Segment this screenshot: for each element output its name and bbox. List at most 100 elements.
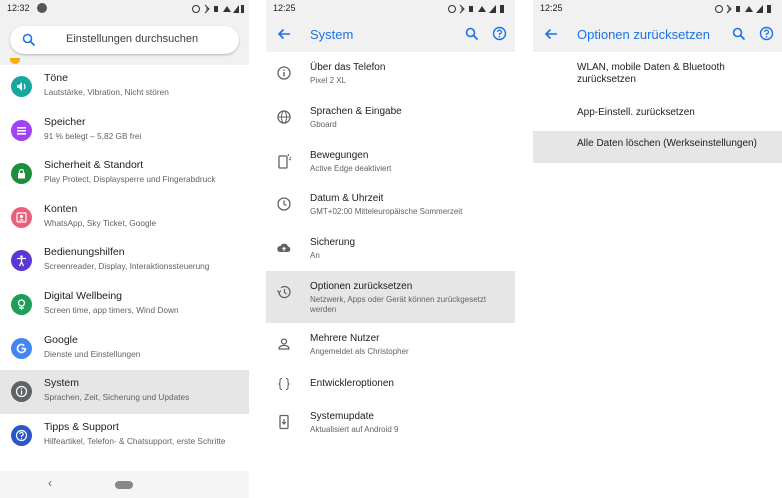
status-icons <box>715 3 777 14</box>
settings-item-bedienungshilfen[interactable]: Bedienungshilfen Screenreader, Display, … <box>0 239 249 283</box>
system-screen: 12:25 System Über das Telefon Pixel 2 XL… <box>266 0 515 498</box>
status-time: 12:25 <box>273 3 296 13</box>
settings-item-system[interactable]: System Sprachen, Zeit, Sicherung und Upd… <box>0 370 249 414</box>
cloud-upload-icon <box>276 240 292 256</box>
google-icon <box>11 337 32 359</box>
settings-item-subtitle: Sprachen, Zeit, Sicherung und Updates <box>44 392 190 403</box>
reset-options-list: WLAN, mobile Daten & Bluetooth zurückset… <box>533 52 782 163</box>
settings-item-subtitle: Play Protect, Displaysperre und Fingerab… <box>44 174 216 185</box>
settings-item-speicher[interactable]: Speicher 91 % belegt – 5,82 GB frei <box>0 109 249 153</box>
status-icons <box>448 3 510 14</box>
settings-item-konten[interactable]: Konten WhatsApp, Sky Ticket, Google <box>0 196 249 240</box>
system-item-title: Bewegungen <box>310 149 369 161</box>
settings-item-subtitle: WhatsApp, Sky Ticket, Google <box>44 217 157 228</box>
settings-item-title: Digital Wellbeing <box>44 289 123 302</box>
system-item-systemupdate[interactable]: Systemupdate Aktualisiert auf Android 9 <box>266 401 515 445</box>
wellbeing-icon <box>11 293 32 315</box>
nav-back-icon[interactable]: ‹ <box>48 476 52 490</box>
system-item-title: Systemupdate <box>310 410 374 422</box>
settings-item-toene[interactable]: Töne Lautstärke, Vibration, Nicht stören <box>0 65 249 109</box>
braces-icon <box>276 376 292 392</box>
system-item-sicherung[interactable]: Sicherung An <box>266 227 515 271</box>
system-item-title: Datum & Uhrzeit <box>310 193 384 205</box>
settings-item-title: Töne <box>44 72 68 84</box>
settings-item-sicherheit[interactable]: Sicherheit & Standort Play Protect, Disp… <box>0 152 249 196</box>
settings-item-subtitle: Dienste und Einstellungen <box>44 348 141 359</box>
help-icon[interactable] <box>759 26 774 46</box>
info-icon <box>11 381 32 403</box>
settings-item-title: Konten <box>44 202 78 215</box>
accessibility-icon <box>11 250 32 272</box>
clock-icon <box>276 196 292 212</box>
search-icon <box>22 33 36 52</box>
settings-item-google[interactable]: Google Dienste und Einstellungen <box>0 327 249 371</box>
lock-icon <box>11 163 32 185</box>
nav-home-pill[interactable] <box>115 481 133 489</box>
system-item-subtitle: GMT+02:00 Mitteleuropäische Sommerzeit <box>310 207 463 217</box>
status-bar: 12:25 <box>266 0 515 17</box>
system-item-subtitle: Angemeldet als Christopher <box>310 346 409 356</box>
settings-item-tipps-support[interactable]: Tipps & Support Hilfeartikel, Telefon- &… <box>0 414 249 458</box>
system-item-mehrere-nutzer[interactable]: Mehrere Nutzer Angemeldet als Christophe… <box>266 323 515 367</box>
search-icon[interactable] <box>732 27 746 46</box>
gesture-phone-icon <box>276 153 292 169</box>
system-item-bewegungen[interactable]: Bewegungen Active Edge deaktiviert <box>266 140 515 184</box>
settings-item-title: Sicherheit & Standort <box>44 159 144 172</box>
reset-network-option[interactable]: WLAN, mobile Daten & Bluetooth zurückset… <box>533 52 782 100</box>
settings-item-subtitle: Screenreader, Display, Interaktionssteue… <box>44 261 210 272</box>
settings-item-subtitle: Hilfeartikel, Telefon- & Chatsupport, er… <box>44 435 226 446</box>
system-item-title: Über das Telefon <box>310 62 386 73</box>
system-item-title: Sicherung <box>310 237 356 249</box>
reset-app-settings-option[interactable]: App-Einstell. zurücksetzen <box>533 100 782 131</box>
system-item-datum-uhrzeit[interactable]: Datum & Uhrzeit GMT+02:00 Mitteleuropäis… <box>266 183 515 227</box>
settings-screen: 12:32 Einstellungen durchsuchen Töne Lau… <box>0 0 249 498</box>
system-item-subtitle: Active Edge deaktiviert <box>310 163 392 173</box>
system-item-subtitle: Netzwerk, Apps oder Gerät können zurückg… <box>310 294 487 314</box>
globe-icon <box>276 109 292 125</box>
system-update-icon <box>276 414 292 430</box>
system-item-title: Entwickleroptionen <box>310 377 394 389</box>
status-icons <box>192 3 244 14</box>
help-icon <box>11 424 32 446</box>
settings-item-subtitle: 91 % belegt – 5,82 GB frei <box>44 130 142 141</box>
back-arrow-icon[interactable] <box>277 27 291 46</box>
status-bar: 12:32 <box>0 0 249 17</box>
back-arrow-icon[interactable] <box>544 27 558 46</box>
settings-item-title: System <box>44 377 80 390</box>
settings-item-title: Speicher <box>44 115 86 128</box>
help-icon[interactable] <box>492 26 507 46</box>
system-item-subtitle: Aktualisiert auf Android 9 <box>310 424 399 434</box>
storage-icon <box>11 119 32 141</box>
account-icon <box>11 206 32 228</box>
notification-icon <box>37 3 47 13</box>
app-bar: Optionen zurücksetzen <box>533 17 782 52</box>
navigation-bar: ‹ <box>0 471 249 498</box>
settings-list: Töne Lautstärke, Vibration, Nicht stören… <box>0 65 249 457</box>
system-item-title: Sprachen & Eingabe <box>310 105 402 117</box>
system-item-subtitle: An <box>310 251 320 261</box>
app-bar: System <box>266 17 515 52</box>
settings-item-title: Google <box>44 333 78 346</box>
system-item-ueber-telefon[interactable]: Über das Telefon Pixel 2 XL <box>266 52 515 96</box>
status-time: 12:32 <box>7 3 30 13</box>
search-icon[interactable] <box>465 27 479 46</box>
system-item-sprachen[interactable]: Sprachen & Eingabe Gboard <box>266 96 515 140</box>
system-item-optionen-zuruecksetzen[interactable]: Optionen zurücksetzen Netzwerk, Apps ode… <box>266 270 515 323</box>
settings-item-title: Tipps & Support <box>44 420 119 433</box>
settings-item-subtitle: Lautstärke, Vibration, Nicht stören <box>44 87 169 97</box>
settings-item-digital-wellbeing[interactable]: Digital Wellbeing Screen time, app timer… <box>0 283 249 327</box>
system-item-entwickleroptionen[interactable]: Entwickleroptionen <box>266 367 515 401</box>
system-item-subtitle: Gboard <box>310 119 337 129</box>
system-item-title: Optionen zurücksetzen <box>310 280 413 292</box>
factory-reset-option[interactable]: Alle Daten löschen (Werkseinstellungen) <box>533 131 782 163</box>
search-area: Einstellungen durchsuchen <box>0 17 249 65</box>
page-title: Optionen zurücksetzen <box>577 27 710 42</box>
search-placeholder: Einstellungen durchsuchen <box>66 33 199 45</box>
person-icon <box>276 336 292 352</box>
search-input[interactable]: Einstellungen durchsuchen <box>10 26 239 54</box>
info-icon <box>276 65 292 81</box>
reset-options-screen: 12:25 Optionen zurücksetzen WLAN, mobile… <box>533 0 782 498</box>
system-item-subtitle: Pixel 2 XL <box>310 76 347 85</box>
volume-icon <box>11 76 32 97</box>
status-bar: 12:25 <box>533 0 782 17</box>
